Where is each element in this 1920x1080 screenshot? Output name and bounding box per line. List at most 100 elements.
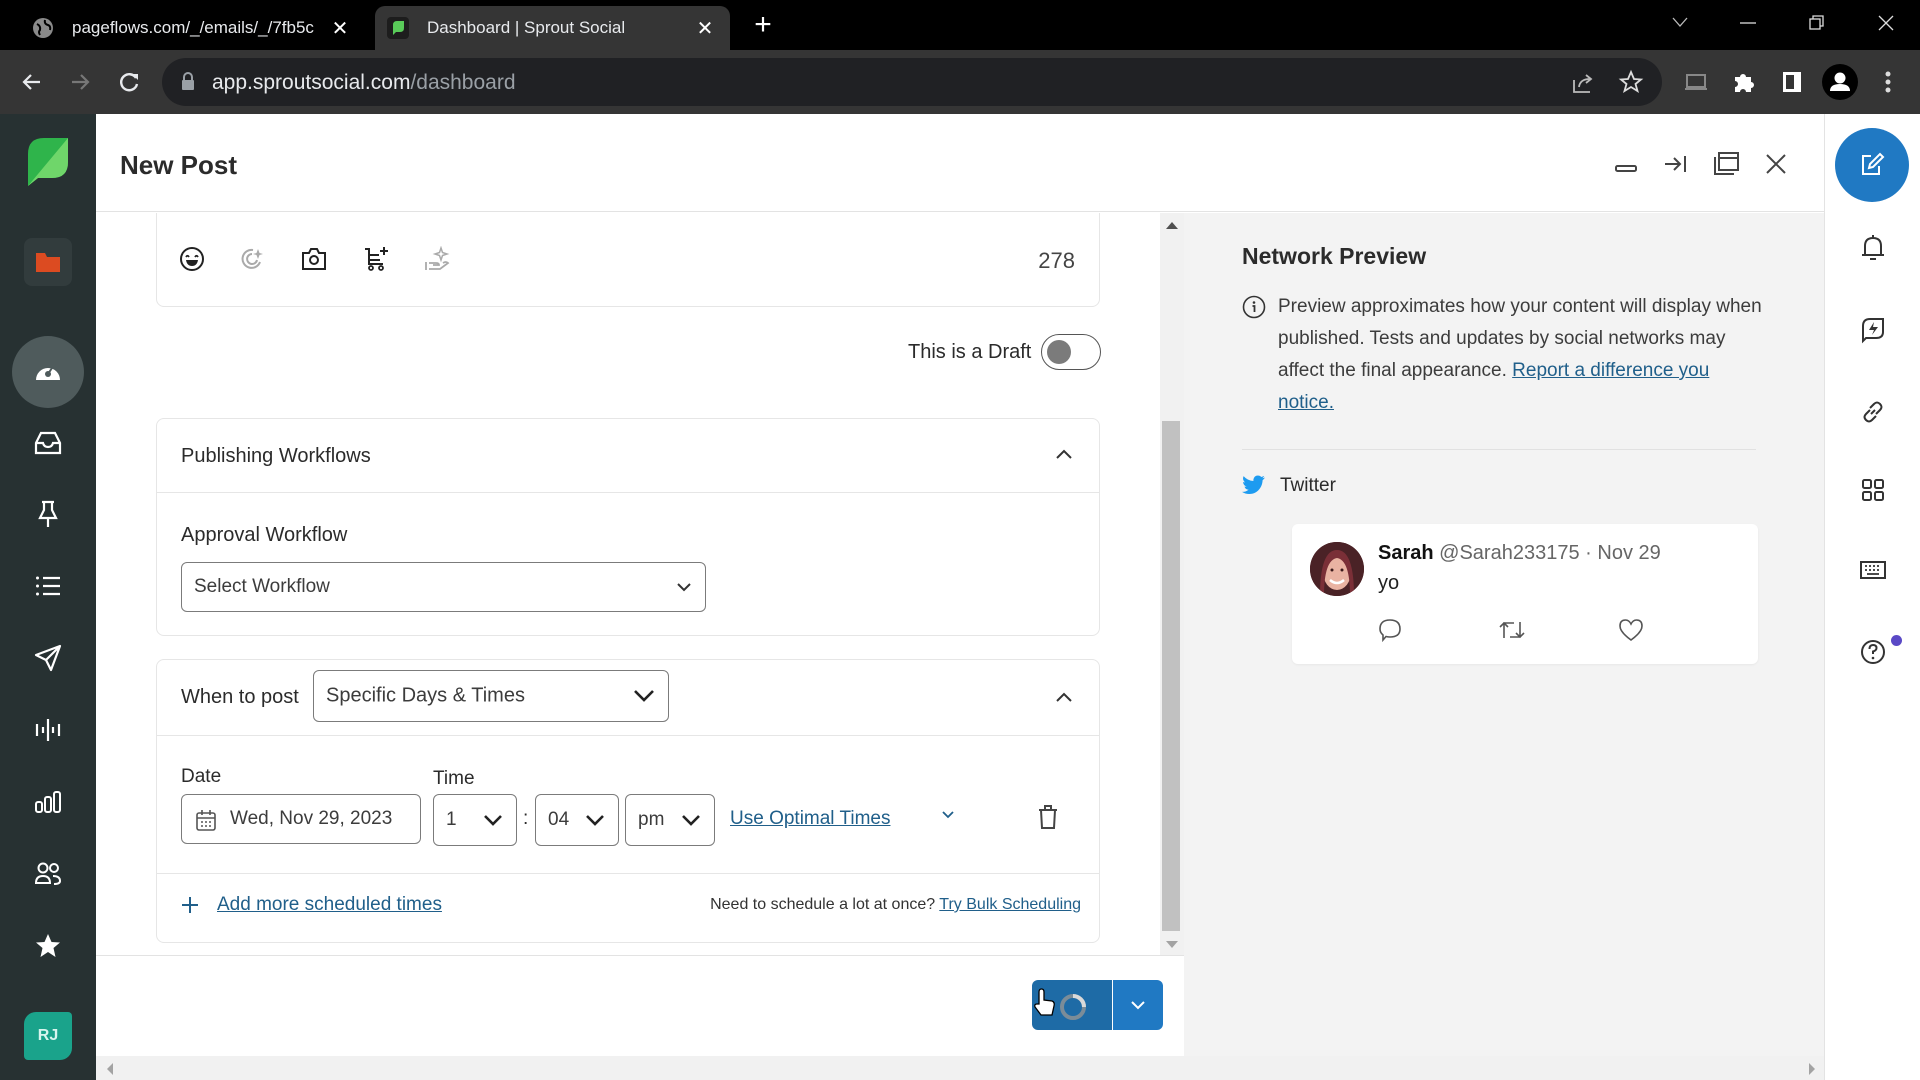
- people-icon[interactable]: [24, 850, 72, 898]
- side-panel-icon[interactable]: [1776, 66, 1808, 98]
- close-tab-icon[interactable]: ✕: [690, 16, 720, 41]
- plus-icon[interactable]: [181, 896, 199, 914]
- emoji-icon[interactable]: [179, 246, 205, 272]
- trash-icon[interactable]: [1037, 804, 1059, 830]
- message-editor-card: 278: [156, 213, 1100, 307]
- reload-icon[interactable]: [113, 66, 145, 98]
- scroll-left-arrow[interactable]: [106, 1063, 114, 1075]
- bookmark-star-icon[interactable]: [1618, 69, 1644, 95]
- cast-icon[interactable]: [1680, 66, 1712, 98]
- workflows-header[interactable]: Publishing Workflows: [157, 419, 1099, 493]
- hour-select[interactable]: 1: [433, 794, 517, 846]
- minimize-window-icon[interactable]: [1728, 8, 1768, 38]
- listening-icon[interactable]: [24, 706, 72, 754]
- bell-icon[interactable]: [1857, 232, 1889, 264]
- help-icon[interactable]: [1857, 634, 1889, 666]
- url-path: /dashboard: [410, 71, 516, 94]
- tweet-header: Sarah @Sarah233175 · Nov 29: [1378, 542, 1661, 565]
- add-more-times-link[interactable]: Add more scheduled times: [217, 894, 442, 916]
- pin-icon[interactable]: [24, 490, 72, 538]
- share-icon[interactable]: [1570, 70, 1596, 96]
- feedback-icon[interactable]: [1857, 314, 1889, 346]
- reports-icon[interactable]: [24, 778, 72, 826]
- chevron-down-icon[interactable]: [941, 810, 955, 820]
- chevron-down-icon: [675, 581, 693, 593]
- character-count: 278: [1038, 248, 1075, 273]
- collapse-panel-icon[interactable]: [1660, 148, 1692, 180]
- ampm-select[interactable]: pm: [625, 794, 715, 846]
- globe-icon: [32, 17, 54, 39]
- url-host: app.sproutsocial.com: [212, 71, 411, 94]
- browser-tab-active[interactable]: Dashboard | Sprout Social ✕: [375, 6, 730, 50]
- schedule-options-dropdown[interactable]: [1113, 980, 1163, 1030]
- approval-workflow-select[interactable]: Select Workflow: [181, 562, 706, 612]
- info-icon: [1242, 295, 1266, 319]
- calendar-icon: [196, 809, 216, 831]
- keyboard-icon[interactable]: [1857, 554, 1889, 586]
- apps-icon[interactable]: [1857, 474, 1889, 506]
- compose-scrollbar[interactable]: [1160, 213, 1184, 955]
- scroll-up-arrow[interactable]: [1166, 221, 1178, 229]
- minimize-icon[interactable]: [1610, 148, 1642, 180]
- draft-label: This is a Draft: [908, 341, 1032, 363]
- right-rail: [1824, 114, 1920, 1080]
- schedule-button[interactable]: [1032, 980, 1112, 1030]
- workflows-title: Publishing Workflows: [181, 445, 371, 467]
- extensions-icon[interactable]: [1728, 66, 1760, 98]
- avatar[interactable]: RJ: [24, 1012, 72, 1060]
- draft-toggle[interactable]: [1041, 334, 1101, 370]
- folder-icon[interactable]: [24, 238, 72, 286]
- when-to-post-value: Specific Days & Times: [326, 684, 525, 707]
- browser-tab-inactive[interactable]: pageflows.com/_/emails/_/7fb5c ✕: [20, 6, 365, 50]
- product-icon[interactable]: [363, 246, 389, 272]
- pop-out-icon[interactable]: [1710, 148, 1742, 180]
- approval-workflow-label: Approval Workflow: [181, 524, 348, 546]
- retweet-icon: [1498, 618, 1526, 642]
- chevron-up-icon[interactable]: [1055, 447, 1073, 461]
- forward-icon[interactable]: [64, 66, 96, 98]
- address-bar[interactable]: app.sproutsocial.com/dashboard: [162, 58, 1662, 106]
- scrollbar-thumb[interactable]: [1162, 421, 1180, 931]
- new-tab-button[interactable]: +: [748, 10, 778, 40]
- bulk-scheduling-link[interactable]: Try Bulk Scheduling: [939, 896, 1081, 913]
- close-modal-icon[interactable]: [1760, 148, 1792, 180]
- lock-icon: [180, 72, 196, 92]
- dashboard-icon[interactable]: [12, 336, 84, 408]
- tab-title: Dashboard | Sprout Social: [427, 18, 626, 37]
- link-icon[interactable]: [1857, 396, 1889, 428]
- back-icon[interactable]: [16, 66, 48, 98]
- ai-assist-icon[interactable]: [240, 246, 266, 272]
- scroll-down-arrow[interactable]: [1166, 941, 1178, 949]
- tweet-date: Nov 29: [1597, 542, 1661, 564]
- chevron-down-icon: [1130, 1000, 1146, 1010]
- browser-menu-icon[interactable]: [1872, 66, 1904, 98]
- date-value: Wed, Nov 29, 2023: [230, 808, 393, 829]
- send-icon[interactable]: [24, 634, 72, 682]
- sprout-logo[interactable]: [24, 138, 72, 186]
- horizontal-scrollbar[interactable]: [96, 1056, 1824, 1080]
- tweet-preview-card: Sarah @Sarah233175 · Nov 29 yo: [1292, 524, 1758, 664]
- compose-button[interactable]: [1835, 128, 1909, 202]
- loading-spinner-icon: [1058, 992, 1088, 1022]
- when-to-post-select[interactable]: Specific Days & Times: [313, 670, 669, 722]
- chevron-up-icon[interactable]: [1055, 690, 1073, 704]
- use-optimal-times-link[interactable]: Use Optimal Times: [730, 808, 890, 830]
- restore-window-icon[interactable]: [1796, 8, 1836, 38]
- close-tab-icon[interactable]: ✕: [325, 16, 355, 41]
- when-to-post-label: When to post: [181, 686, 299, 708]
- inbox-icon[interactable]: [24, 419, 72, 467]
- date-picker[interactable]: Wed, Nov 29, 2023: [181, 794, 421, 844]
- star-icon[interactable]: [24, 922, 72, 970]
- minute-select[interactable]: 04: [535, 794, 619, 846]
- tweet-text: yo: [1378, 572, 1400, 594]
- scroll-right-arrow[interactable]: [1808, 1063, 1816, 1075]
- hand-sparkle-icon[interactable]: [424, 246, 450, 272]
- when-to-post-header: When to post Specific Days & Times: [157, 660, 1099, 736]
- profile-icon[interactable]: [1822, 64, 1858, 100]
- camera-icon[interactable]: [301, 246, 327, 272]
- compose-icon: [1859, 152, 1885, 178]
- tab-search-icon[interactable]: [1660, 8, 1700, 38]
- close-window-icon[interactable]: [1866, 8, 1906, 38]
- list-icon[interactable]: [24, 562, 72, 610]
- ampm-value: pm: [638, 809, 665, 830]
